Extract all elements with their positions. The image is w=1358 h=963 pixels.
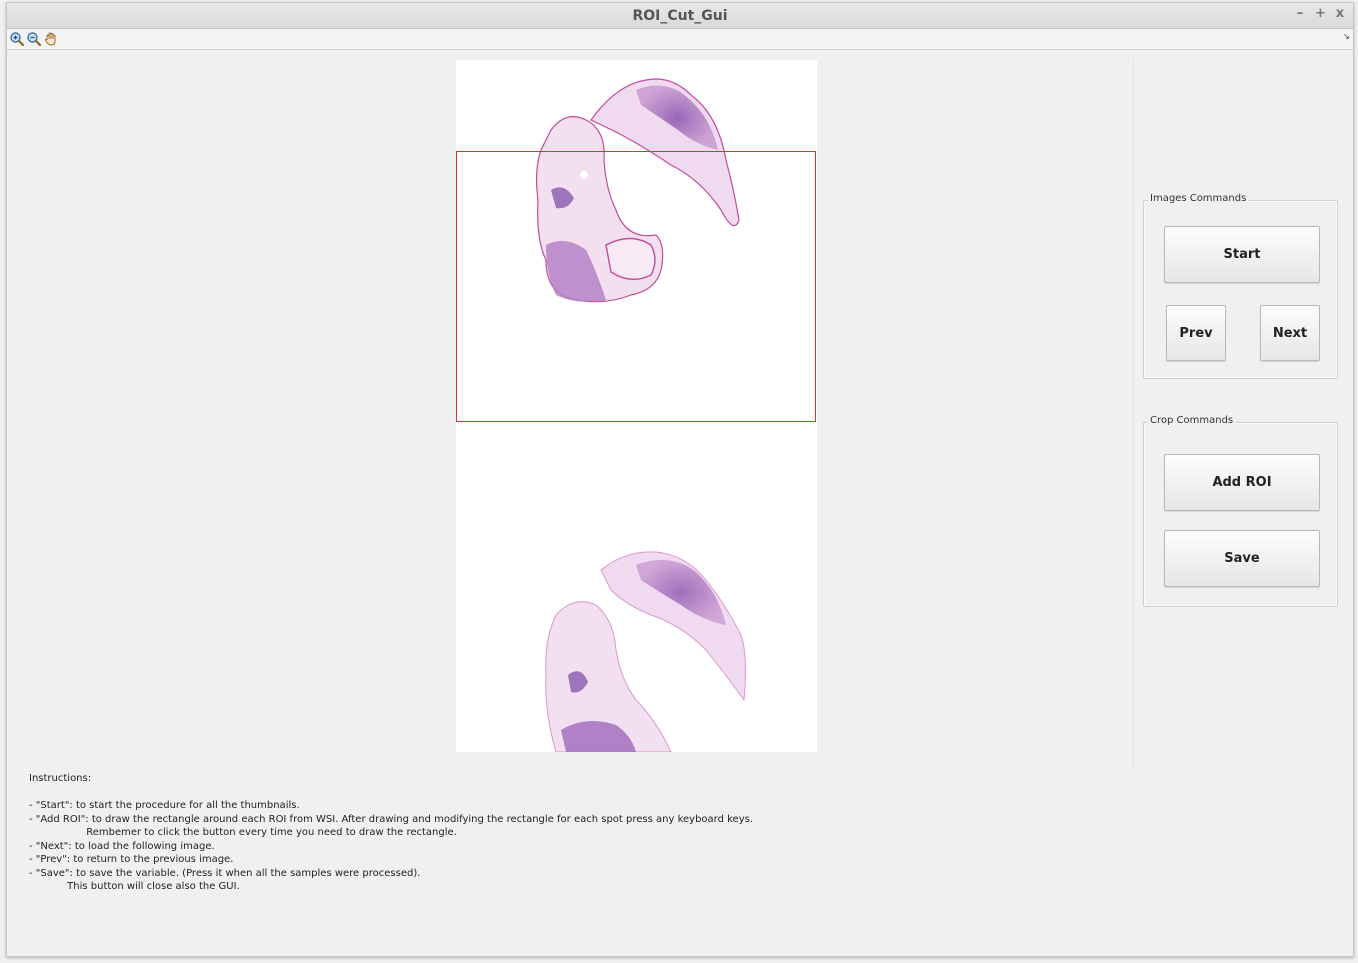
close-button[interactable]: x — [1335, 6, 1345, 21]
instruction-line: - "Prev": to return to the previous imag… — [29, 854, 234, 865]
crop-commands-title: Crop Commands — [1148, 415, 1236, 426]
images-commands-title: Images Commands — [1148, 193, 1249, 204]
instruction-line: Rembemer to click the button every time … — [29, 827, 457, 838]
instructions-text: Instructions: - "Start": to start the pr… — [29, 772, 829, 894]
crop-commands-panel: Crop Commands Add ROI Save — [1143, 415, 1338, 607]
next-button[interactable]: Next — [1260, 305, 1320, 361]
images-commands-panel: Images Commands Start Prev Next — [1143, 193, 1338, 379]
start-button[interactable]: Start — [1164, 226, 1320, 283]
instruction-line: - "Next": to load the following image. — [29, 840, 215, 852]
instruction-line: - "Save": to save the variable. (Press i… — [29, 867, 421, 879]
instructions-heading: Instructions: — [29, 773, 92, 784]
instruction-line: This button will close also the GUI. — [29, 881, 240, 892]
title-bar[interactable]: ROI_Cut_Gui – + x — [7, 3, 1353, 29]
roi-rectangle[interactable] — [456, 151, 816, 422]
figure-toolbar: ↘ — [7, 29, 1353, 50]
toolbar-toggle-icon[interactable]: ↘ — [1343, 33, 1350, 41]
zoom-out-icon[interactable] — [26, 31, 42, 47]
figure-content: Images Commands Start Prev Next Crop Com… — [7, 50, 1353, 956]
instructions-spacer — [29, 786, 829, 800]
window-controls: – + x — [1295, 6, 1345, 21]
instruction-line: - "Add ROI": to draw the rectangle aroun… — [29, 813, 754, 825]
prev-button[interactable]: Prev — [1166, 305, 1226, 361]
instruction-line: - "Start": to start the procedure for al… — [29, 800, 300, 811]
window-title: ROI_Cut_Gui — [632, 8, 728, 24]
minimize-button[interactable]: – — [1295, 6, 1305, 21]
add-roi-button[interactable]: Add ROI — [1164, 454, 1320, 511]
maximize-button[interactable]: + — [1315, 6, 1326, 21]
side-panel-divider — [1133, 60, 1134, 770]
app-window: ROI_Cut_Gui – + x ↘ Images Commands Star… — [6, 2, 1354, 957]
tissue-section-lower — [545, 551, 746, 752]
pan-hand-icon[interactable] — [43, 31, 59, 47]
zoom-in-icon[interactable] — [9, 31, 25, 47]
save-button[interactable]: Save — [1164, 530, 1320, 587]
